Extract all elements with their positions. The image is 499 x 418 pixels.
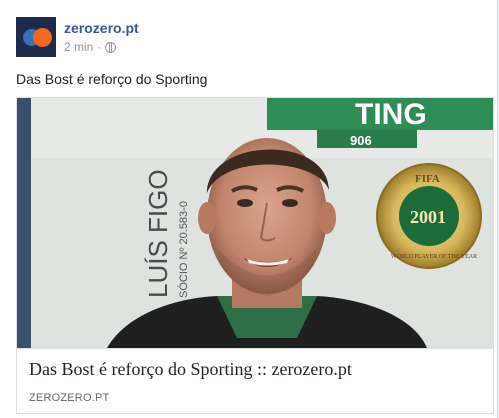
video-still-photo: TING 906 LUÍS FIGO SÓCIO Nº 20.583-0 FIF… <box>17 98 493 348</box>
link-preview-caption[interactable]: Das Bost é reforço do Sporting :: zeroze… <box>17 348 493 413</box>
banner-number: 906 <box>350 133 372 148</box>
link-preview-card[interactable]: TING 906 LUÍS FIGO SÓCIO Nº 20.583-0 FIF… <box>16 97 494 414</box>
page-avatar[interactable] <box>16 17 56 57</box>
globe-icon[interactable] <box>105 41 117 53</box>
banner-text: TING <box>355 98 427 131</box>
badge-year-text: 2001 <box>410 207 446 227</box>
logo-orange-circle <box>33 28 52 47</box>
link-domain: ZEROZERO.PT <box>29 392 110 404</box>
shirt-subtext: SÓCIO Nº 20.583-0 <box>177 201 190 298</box>
page-name-link[interactable]: zerozero.pt <box>64 20 139 36</box>
post-meta: 2 min · <box>64 40 117 54</box>
post-timestamp[interactable]: 2 min <box>64 40 93 54</box>
badge-top-text: FIFA <box>415 173 440 185</box>
facebook-post: zerozero.pt 2 min · Das Bost é reforço d… <box>0 0 498 418</box>
link-title[interactable]: Das Bost é reforço do Sporting :: zeroze… <box>29 359 352 380</box>
shirt-name-text: LUÍS FIGO <box>143 169 173 298</box>
meta-separator: · <box>97 40 102 54</box>
badge-bottom-text: WORLD PLAYER OF THE YEAR <box>391 254 477 260</box>
post-message: Das Bost é reforço do Sporting <box>16 71 208 87</box>
link-preview-image[interactable]: TING 906 LUÍS FIGO SÓCIO Nº 20.583-0 FIF… <box>17 98 493 348</box>
